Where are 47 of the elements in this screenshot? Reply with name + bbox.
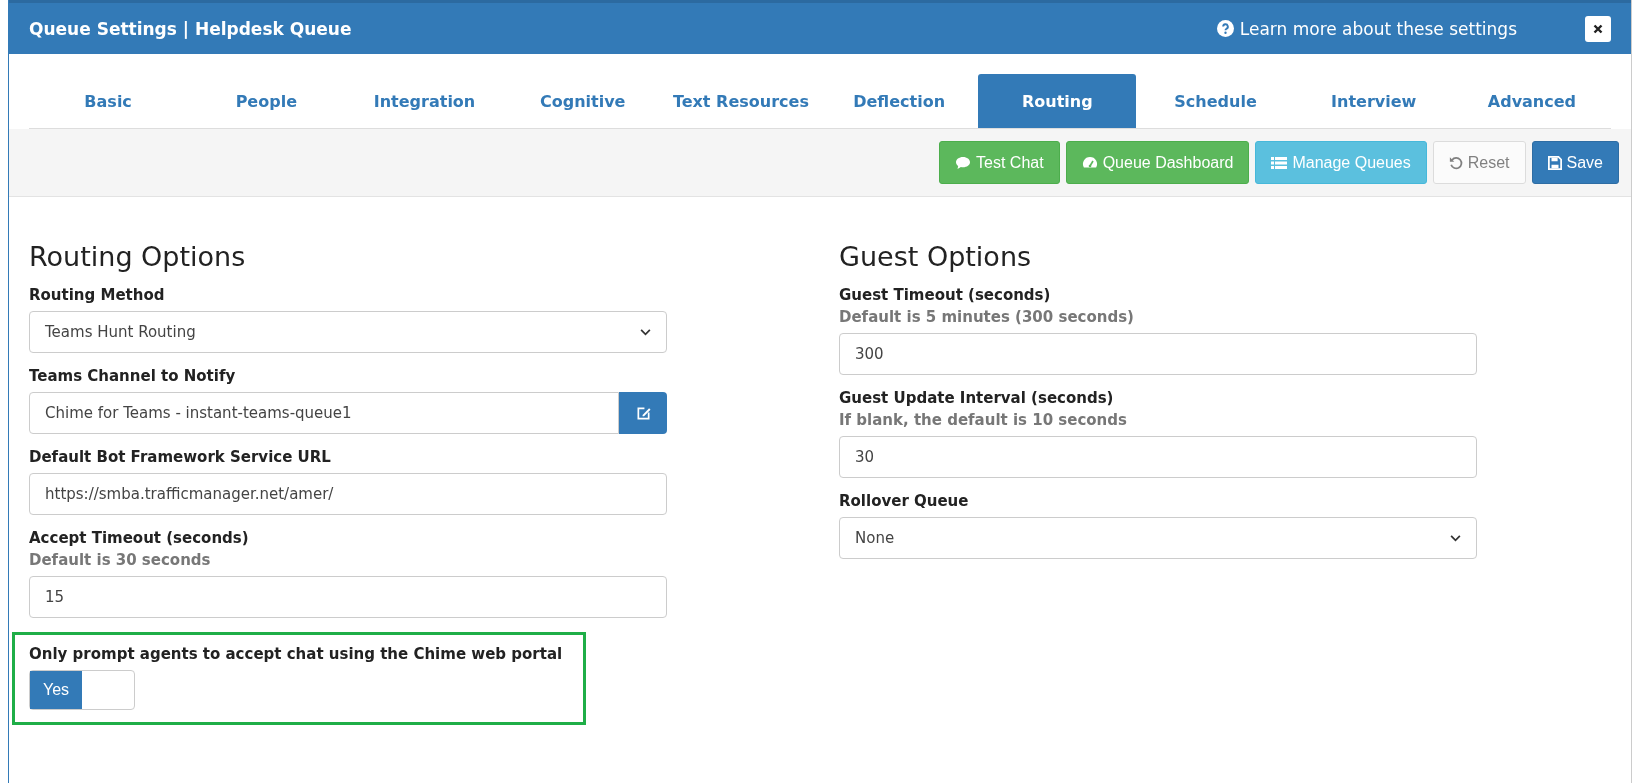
section-heading: Guest Options <box>839 241 1033 272</box>
tab[interactable]: Text Resources <box>661 74 820 128</box>
input-field[interactable]: https://smba.trafficmanager.net/amer/ <box>29 473 667 515</box>
field-label: Guest Update Interval (seconds) <box>839 389 1115 407</box>
speech-bubble-icon <box>955 155 972 170</box>
list-icon <box>1271 155 1288 170</box>
tab[interactable]: Routing <box>978 74 1137 128</box>
input-field[interactable]: 300 <box>839 333 1477 375</box>
chevron-down-icon <box>1450 534 1461 542</box>
close-button[interactable] <box>1585 15 1611 42</box>
tab[interactable]: Cognitive <box>503 74 662 128</box>
tab[interactable]: Interview <box>1294 74 1453 128</box>
gauge-icon <box>1081 155 1098 170</box>
tab[interactable]: Advanced <box>1452 74 1612 128</box>
input-field[interactable]: Chime for Teams - instant-teams-queue1 <box>29 392 619 434</box>
help-link[interactable]: Learn more about these settings <box>1216 18 1517 39</box>
section-heading: Routing Options <box>29 241 247 272</box>
tab[interactable]: Schedule <box>1136 74 1295 128</box>
toolbar-button[interactable]: Queue Dashboard <box>1065 141 1250 184</box>
tab[interactable]: People <box>187 74 346 128</box>
question-circle-icon <box>1216 20 1234 37</box>
field-label: Routing Method <box>29 286 166 304</box>
tab[interactable]: Deflection <box>820 74 979 128</box>
edit-icon <box>635 405 651 421</box>
field-label: Teams Channel to Notify <box>29 367 237 385</box>
input-field[interactable]: 30 <box>839 436 1477 478</box>
field-label: Rollover Queue <box>839 492 970 510</box>
yes-no-toggle[interactable]: Yes <box>29 670 135 710</box>
select-field[interactable]: None <box>839 517 1477 559</box>
undo-icon <box>1448 155 1463 170</box>
toolbar-button[interactable]: Test Chat <box>939 141 1060 184</box>
chevron-down-icon <box>640 328 651 336</box>
field-label: Only prompt agents to accept chat using the Chime web portal <box>29 645 564 663</box>
edit-button[interactable] <box>619 392 667 434</box>
close-icon <box>1593 23 1603 34</box>
field-hint: Default is 5 minutes (300 seconds) <box>839 308 1135 326</box>
tab[interactable]: Basic <box>29 74 188 128</box>
field-label: Accept Timeout (seconds) <box>29 529 250 547</box>
toolbar-button[interactable]: Save <box>1531 141 1619 184</box>
input-field[interactable]: 15 <box>29 576 667 618</box>
field-label: Default Bot Framework Service URL <box>29 448 332 466</box>
field-hint: If blank, the default is 10 seconds <box>839 411 1128 429</box>
field-hint: Default is 30 seconds <box>29 551 212 569</box>
select-field[interactable]: Teams Hunt Routing <box>29 311 667 353</box>
tab[interactable]: Integration <box>345 74 504 128</box>
dialog-title: Queue Settings | Helpdesk Queue <box>29 18 353 39</box>
field-label: Guest Timeout (seconds) <box>839 286 1052 304</box>
